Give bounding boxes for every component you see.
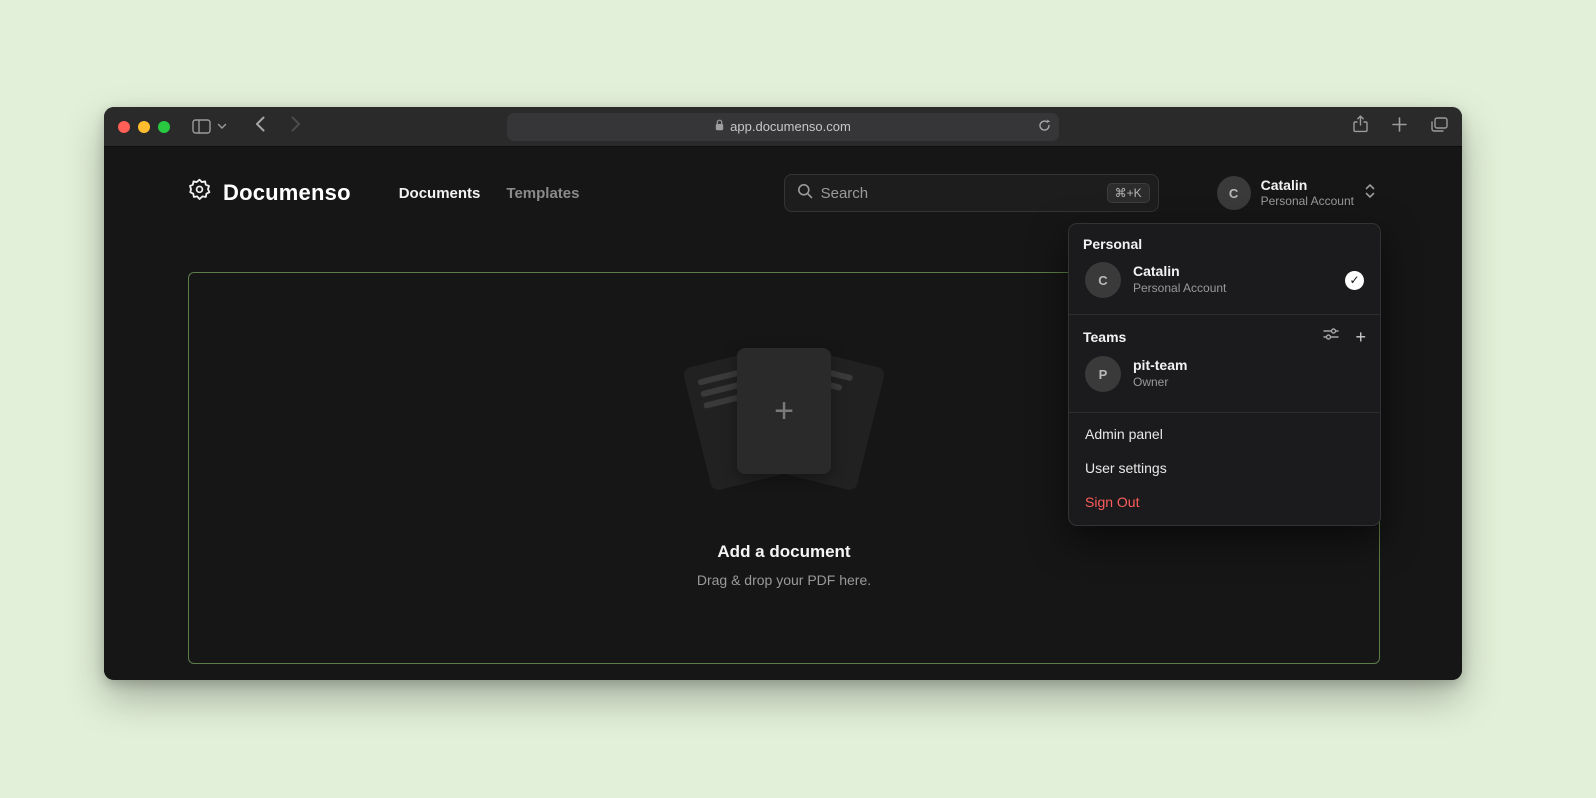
dropzone-subtitle: Drag & drop your PDF here.: [697, 572, 871, 588]
account-dropdown-menu: Personal C Catalin Personal Account ✓ Te…: [1068, 223, 1381, 526]
tab-overview-icon[interactable]: [1431, 117, 1448, 137]
documenso-logo-icon: [186, 177, 213, 209]
menu-item-sign-out[interactable]: Sign Out: [1069, 485, 1380, 519]
lock-icon: [715, 119, 724, 134]
nav-templates[interactable]: Templates: [506, 185, 579, 202]
browser-titlebar: app.documenso.com: [104, 107, 1462, 147]
documents-illustration: +: [674, 348, 894, 498]
personal-section-label: Personal: [1083, 236, 1366, 252]
address-bar[interactable]: app.documenso.com: [507, 113, 1059, 141]
menu-item-user-settings[interactable]: User settings: [1069, 451, 1380, 485]
sidebar-chevron-icon[interactable]: [217, 123, 227, 130]
personal-account-type: Personal Account: [1133, 281, 1226, 297]
url-text: app.documenso.com: [730, 119, 851, 134]
search-bar[interactable]: ⌘+K: [784, 174, 1159, 212]
chevron-updown-icon: [1364, 182, 1376, 205]
nav-documents[interactable]: Documents: [399, 185, 481, 202]
illustration-card-center: +: [737, 348, 831, 474]
plus-icon: +: [774, 394, 794, 428]
browser-window: app.documenso.com Documenso: [104, 107, 1462, 680]
new-tab-icon[interactable]: [1392, 117, 1407, 137]
traffic-lights: [118, 121, 170, 133]
menu-item-admin-panel[interactable]: Admin panel: [1069, 417, 1380, 451]
personal-account-name: Catalin: [1133, 263, 1226, 281]
account-type: Personal Account: [1261, 194, 1354, 210]
forward-button[interactable]: [291, 116, 301, 137]
main-nav: Documents Templates: [399, 185, 580, 202]
teams-section-label: Teams: [1083, 329, 1126, 345]
close-window-button[interactable]: [118, 121, 130, 133]
team-role: Owner: [1133, 375, 1187, 391]
manage-teams-icon[interactable]: [1323, 327, 1339, 346]
create-team-icon[interactable]: +: [1355, 328, 1366, 346]
zoom-window-button[interactable]: [158, 121, 170, 133]
personal-account-row[interactable]: C Catalin Personal Account ✓: [1083, 252, 1366, 304]
divider: [1069, 314, 1380, 315]
minimize-window-button[interactable]: [138, 121, 150, 133]
reload-icon[interactable]: [1038, 118, 1051, 135]
avatar: C: [1085, 262, 1121, 298]
sidebar-toggle-icon[interactable]: [192, 119, 211, 134]
team-name: pit-team: [1133, 357, 1187, 375]
account-menu-button[interactable]: C Catalin Personal Account: [1217, 176, 1376, 210]
dropzone-title: Add a document: [717, 542, 850, 562]
selected-check-icon: ✓: [1345, 271, 1364, 290]
team-avatar: P: [1085, 356, 1121, 392]
search-icon: [797, 183, 813, 204]
search-input[interactable]: [821, 185, 1099, 202]
brand[interactable]: Documenso: [186, 177, 351, 209]
brand-name: Documenso: [223, 180, 351, 206]
back-button[interactable]: [255, 116, 265, 137]
divider: [1069, 412, 1380, 413]
team-row[interactable]: P pit-team Owner: [1083, 346, 1366, 398]
account-name: Catalin: [1261, 177, 1354, 194]
documenso-app: Documenso Documents Templates ⌘+K C Cata…: [104, 147, 1462, 679]
search-shortcut-badge: ⌘+K: [1107, 183, 1150, 203]
avatar: C: [1217, 176, 1251, 210]
share-icon[interactable]: [1353, 115, 1368, 138]
app-header: Documenso Documents Templates ⌘+K C Cata…: [104, 147, 1462, 215]
